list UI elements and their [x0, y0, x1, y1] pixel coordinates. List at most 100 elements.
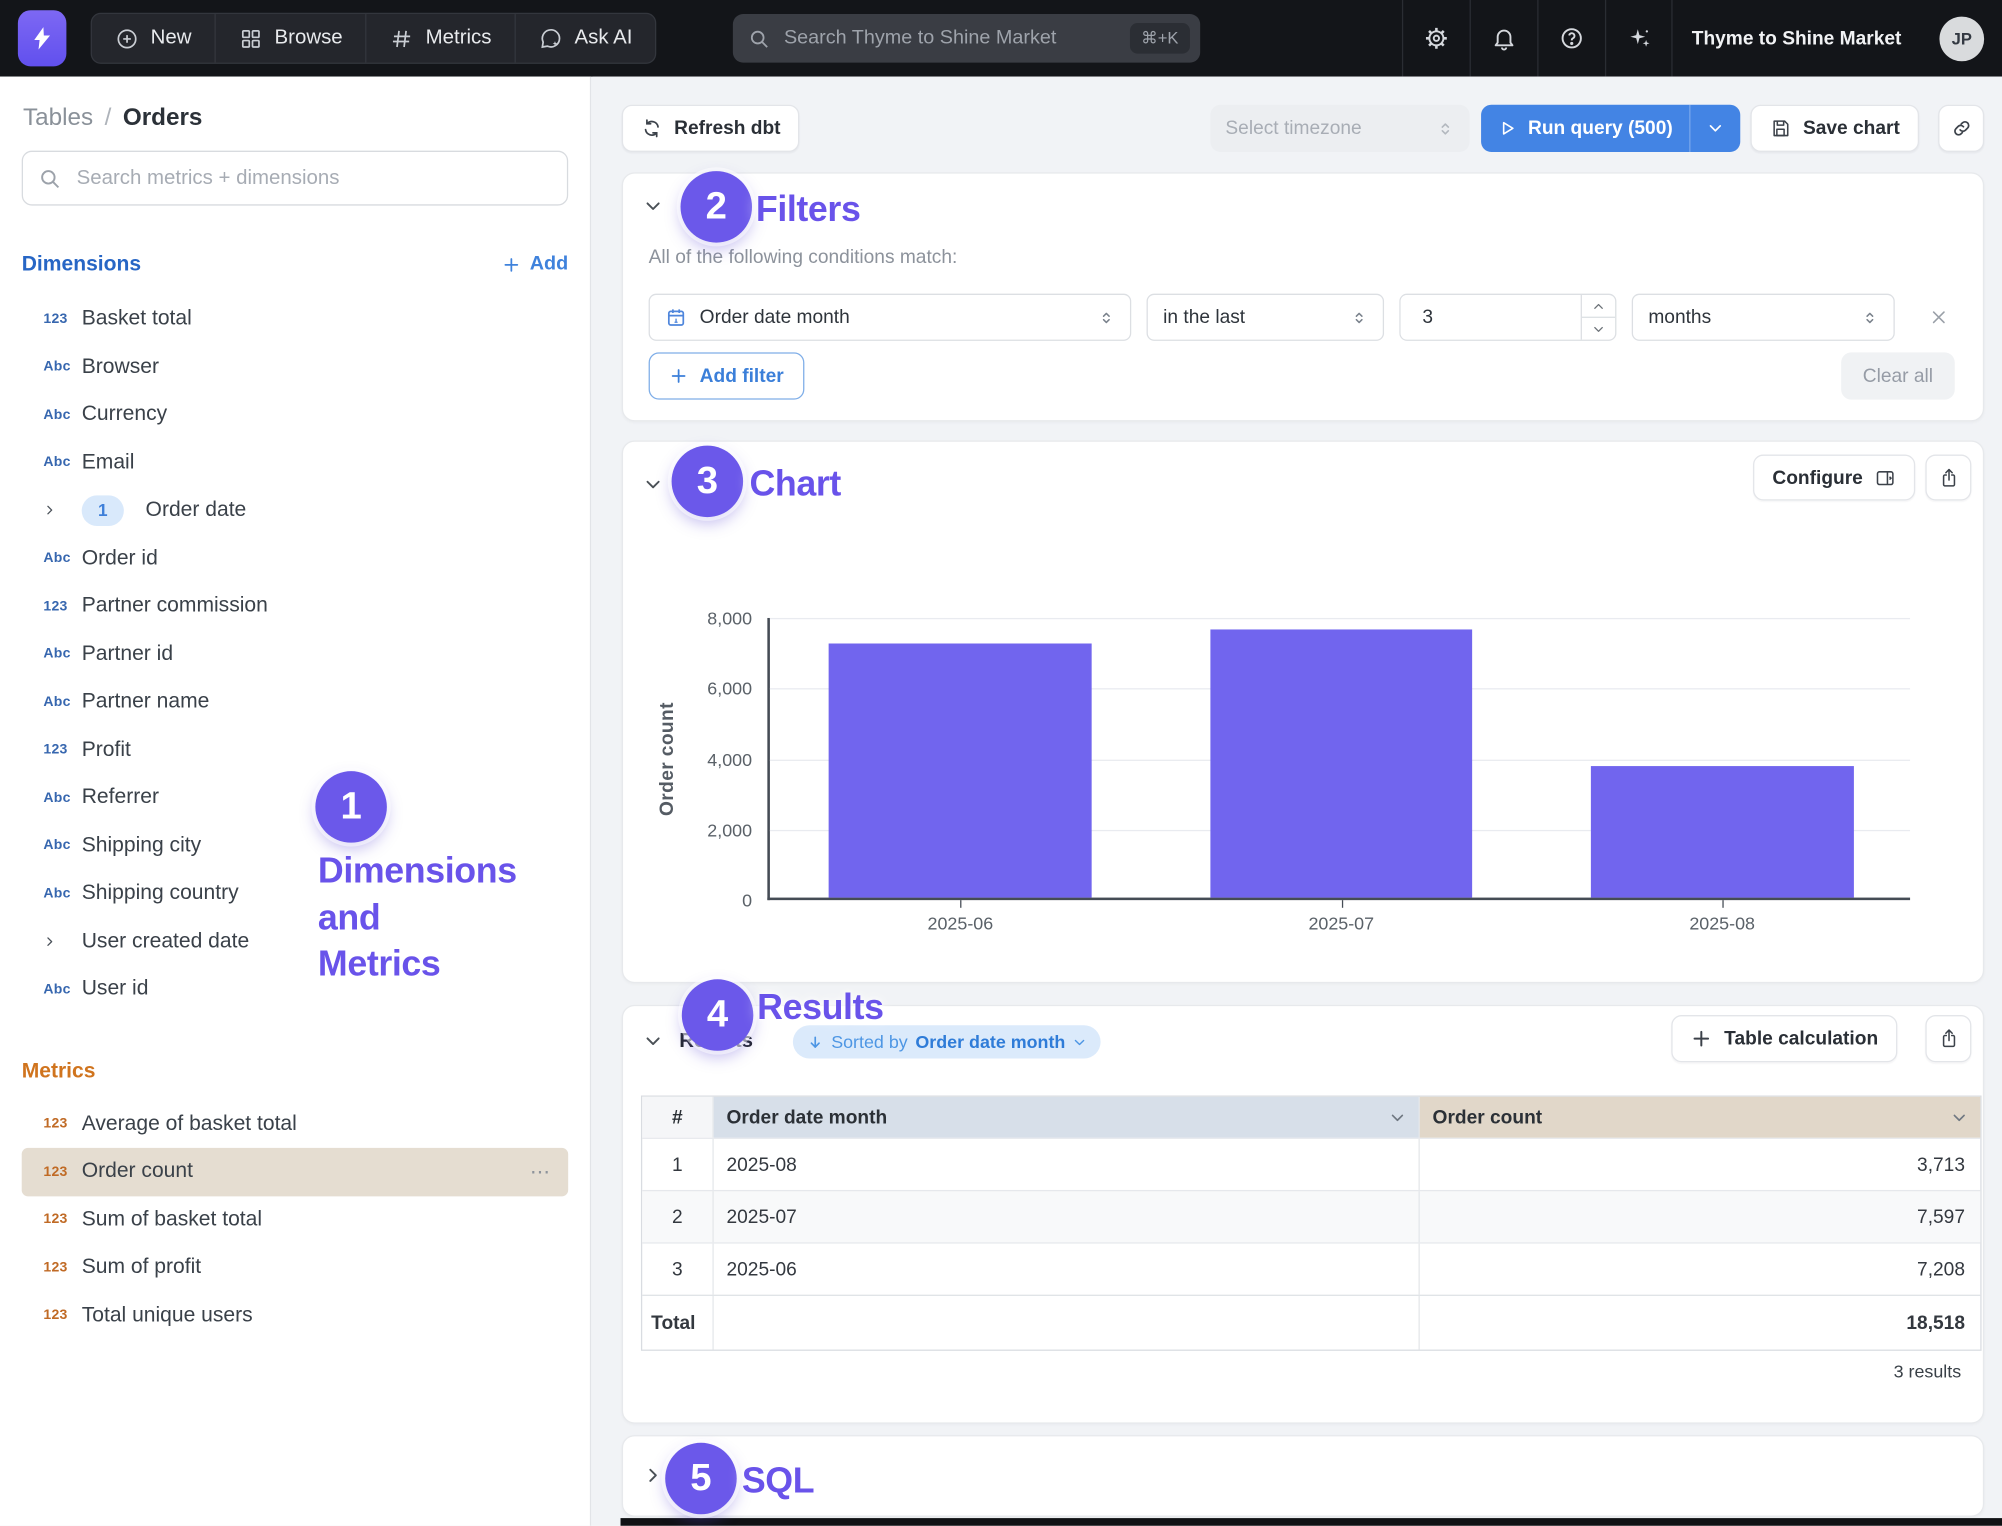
column-header-count[interactable]: Order count [1420, 1097, 1981, 1138]
sidebar-field-item[interactable]: AbcCurrency [22, 391, 568, 439]
bar[interactable] [829, 643, 1092, 897]
breadcrumb-tables-link[interactable]: Tables [23, 105, 93, 133]
share-link-button[interactable] [1938, 105, 1984, 152]
sidebar-field-item[interactable]: 123Sum of basket total [22, 1196, 568, 1244]
table-body: 12025-083,71322025-077,59732025-067,208 [642, 1138, 1980, 1295]
bar[interactable] [1210, 630, 1473, 898]
sidebar-field-item[interactable]: AbcOrder id [22, 534, 568, 582]
results-collapse-chevron-icon[interactable] [644, 1032, 663, 1051]
column-menu-chevron-icon[interactable] [1389, 1109, 1406, 1126]
field-item-label: Partner name [82, 690, 210, 714]
sidebar-field-item[interactable]: AbcUser id [22, 965, 568, 1013]
sidebar-field-item[interactable]: AbcPartner name [22, 678, 568, 726]
add-dimension-button[interactable]: Add [502, 253, 569, 276]
table-row[interactable]: 22025-077,597 [642, 1190, 1980, 1242]
configure-chart-button[interactable]: Configure [1753, 455, 1915, 501]
export-results-button[interactable] [1925, 1015, 1971, 1062]
active-filter-count-badge: 1 [82, 495, 124, 526]
number-type-icon: 123 [43, 1164, 74, 1179]
stepper-up-button[interactable] [1582, 295, 1615, 318]
table-calculation-button[interactable]: Table calculation [1672, 1015, 1897, 1062]
sidebar-field-item[interactable]: 123Sum of profit [22, 1244, 568, 1292]
app-logo[interactable] [18, 10, 67, 66]
top-navbar: New Browse Metrics Ask AI ⌘+K Thyme to S… [0, 0, 2002, 77]
sidebar-field-item[interactable]: 123 Order count ⋯ [22, 1148, 568, 1196]
sidebar-field-item[interactable]: 123Basket total [22, 295, 568, 343]
sidebar-field-item[interactable]: 123Partner commission [22, 582, 568, 630]
nav-ask-ai-button[interactable]: Ask AI [514, 14, 655, 63]
filters-match-text: All of the following conditions match: [649, 246, 958, 268]
nav-browse-button[interactable]: Browse [215, 14, 366, 63]
bell-icon [1491, 26, 1517, 52]
chart-collapse-chevron-icon[interactable] [644, 475, 663, 494]
help-button[interactable] [1537, 0, 1605, 77]
filter-unit-select[interactable]: months [1632, 294, 1895, 341]
number-type-icon: 123 [43, 598, 74, 613]
filter-operator-select[interactable]: in the last [1147, 294, 1384, 341]
search-icon [748, 27, 770, 49]
fields-search-input[interactable] [74, 165, 552, 191]
ai-sparkles-button[interactable] [1605, 0, 1673, 77]
field-item-label: Order id [82, 546, 158, 570]
nav-metrics-button[interactable]: Metrics [366, 14, 515, 63]
sidebar-field-item[interactable]: AbcShipping city [22, 822, 568, 870]
sql-expand-chevron-icon[interactable] [644, 1466, 663, 1485]
field-item-label: Order count [82, 1160, 193, 1184]
export-chart-button[interactable] [1925, 455, 1971, 501]
sidebar-field-item[interactable]: AbcPartner id [22, 630, 568, 678]
table-row[interactable]: 12025-083,713 [642, 1138, 1980, 1190]
sidebar-field-item[interactable]: 1Order date [22, 486, 568, 534]
sidebar-field-item[interactable]: 123Average of basket total [22, 1100, 568, 1148]
more-options-icon[interactable]: ⋯ [530, 1159, 568, 1185]
fields-search[interactable] [22, 151, 568, 206]
nav-browse-label: Browse [275, 27, 343, 50]
add-filter-button[interactable]: Add filter [649, 352, 805, 399]
field-item-label: Basket total [82, 307, 192, 331]
number-type-icon: 123 [43, 1308, 74, 1323]
settings-button[interactable] [1402, 0, 1470, 77]
remove-filter-icon[interactable] [1929, 308, 1948, 327]
sql-section [622, 1435, 1984, 1517]
avatar[interactable]: JP [1939, 17, 1984, 62]
table-cell-month: 2025-06 [714, 1244, 1420, 1295]
refresh-dbt-button[interactable]: Refresh dbt [622, 105, 800, 152]
run-query-options-button[interactable] [1691, 105, 1741, 152]
stepper-down-button[interactable] [1582, 318, 1615, 340]
sidebar-field-item[interactable]: 123Profit [22, 726, 568, 774]
column-menu-chevron-icon[interactable] [1951, 1109, 1968, 1126]
filter-field-select[interactable]: Order date month [649, 294, 1132, 341]
sorted-by-pill[interactable]: Sorted by Order date month [793, 1025, 1101, 1058]
sidebar-field-item[interactable]: 123Total unique users [22, 1291, 568, 1339]
hash-icon [390, 26, 414, 50]
global-search[interactable]: ⌘+K [733, 14, 1200, 63]
link-icon [1950, 117, 1972, 139]
nav-new-button[interactable]: New [92, 14, 215, 63]
column-header-month-label: Order date month [726, 1106, 887, 1128]
timezone-select[interactable]: Select timezone [1210, 105, 1469, 152]
clear-all-button[interactable]: Clear all [1841, 352, 1955, 399]
run-query-button[interactable]: Run query (500) [1481, 105, 1690, 152]
sidebar-field-item[interactable]: AbcReferrer [22, 774, 568, 822]
column-header-month[interactable]: Order date month [714, 1097, 1420, 1138]
share-icon [1938, 1028, 1960, 1050]
bar[interactable] [1591, 767, 1854, 898]
filter-value-input[interactable] [1401, 295, 1581, 340]
results-count: 3 results [1894, 1361, 1962, 1381]
sidebar-field-item[interactable]: AbcBrowser [22, 343, 568, 391]
run-query-label: Run query (500) [1528, 117, 1673, 139]
global-search-input[interactable] [781, 26, 1118, 52]
sidebar-field-item[interactable]: User created date [22, 917, 568, 965]
chevron-down-icon [1592, 322, 1605, 335]
org-switcher[interactable]: Thyme to Shine Market [1692, 0, 1902, 77]
chevron-updown-icon [1862, 307, 1879, 327]
table-cell-month: 2025-08 [714, 1139, 1420, 1190]
save-chart-button[interactable]: Save chart [1751, 105, 1919, 152]
table-row[interactable]: 32025-067,208 [642, 1242, 1980, 1294]
sidebar-field-item[interactable]: AbcEmail [22, 439, 568, 487]
filters-collapse-chevron-icon[interactable] [644, 197, 663, 216]
nav-ask-ai-label: Ask AI [574, 27, 632, 50]
sidebar-field-item[interactable]: AbcShipping country [22, 869, 568, 917]
save-chart-label: Save chart [1803, 117, 1900, 139]
notifications-button[interactable] [1470, 0, 1538, 77]
y-axis-title: Order count [656, 618, 678, 900]
